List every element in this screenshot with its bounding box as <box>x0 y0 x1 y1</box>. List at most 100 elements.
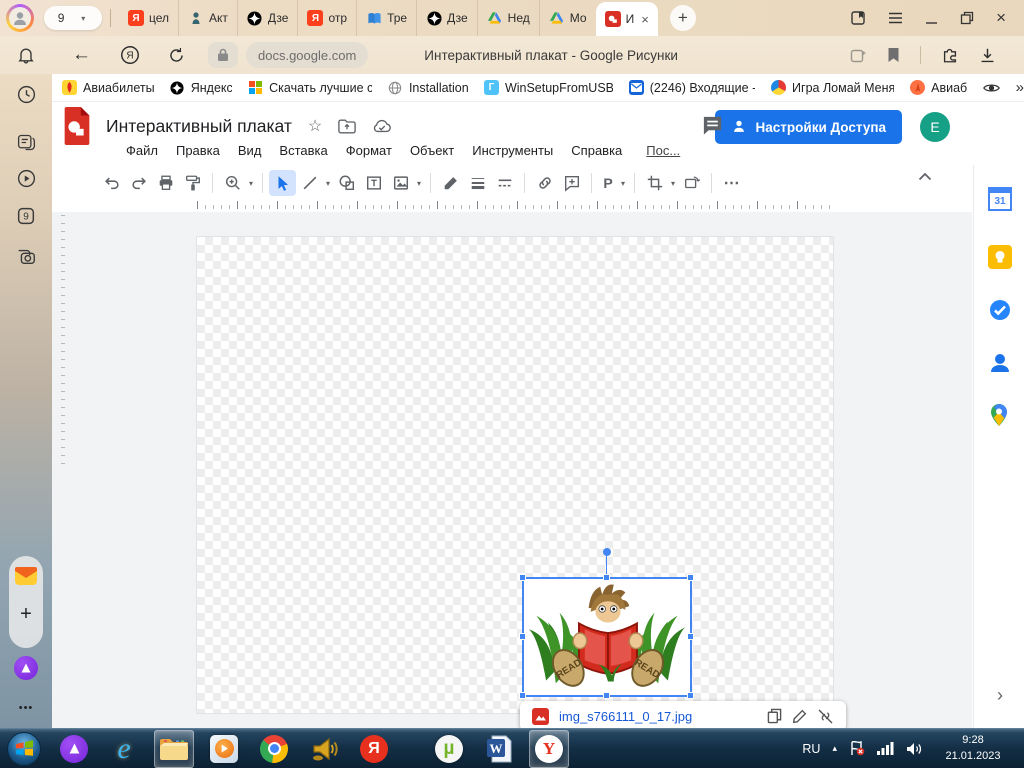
text-box-icon[interactable] <box>360 170 387 196</box>
chevron-down-icon[interactable]: ▾ <box>668 179 678 188</box>
tab-counter[interactable]: 9 ▾ <box>44 6 102 30</box>
menu-object[interactable]: Объект <box>402 140 462 161</box>
extensions-icon[interactable] <box>941 46 959 64</box>
zoom-icon[interactable] <box>219 170 246 196</box>
screenshot-camera-icon[interactable] <box>14 244 38 268</box>
document-title[interactable]: Интерактивный плакат <box>106 116 292 137</box>
browser-menu-icon[interactable] <box>888 12 903 24</box>
browser-tab-8[interactable]: Мо <box>539 0 596 36</box>
last-edit-link[interactable]: Пос... <box>632 140 688 161</box>
sidebar-more-icon[interactable]: ••• <box>14 696 38 720</box>
google-calendar-icon[interactable]: 31 <box>988 187 1012 211</box>
play-circle-icon[interactable] <box>14 166 38 190</box>
taskbar-clock[interactable]: 9:28 21.01.2023 <box>934 733 1012 764</box>
bookmarks-overflow-icon[interactable]: » <box>1016 79 1024 96</box>
comments-icon[interactable] <box>701 114 724 137</box>
google-drawings-logo[interactable] <box>62 107 92 145</box>
menu-help[interactable]: Справка <box>563 140 630 161</box>
bookmark-aviabilety[interactable]: Авиабилеты <box>62 80 154 95</box>
window-restore-icon[interactable] <box>960 11 974 25</box>
taskbar-word[interactable]: W <box>479 730 519 768</box>
language-indicator[interactable]: RU <box>802 742 820 756</box>
selection-handle-se[interactable] <box>687 692 694 699</box>
tab-close-icon[interactable]: × <box>641 12 649 27</box>
tray-expand-icon[interactable]: ▴ <box>832 743 837 754</box>
share-settings-button[interactable]: Настройки Доступа <box>715 110 902 144</box>
taskbar-media-player[interactable] <box>204 730 244 768</box>
bookmark-inbox[interactable]: (2246) Входящие - <box>629 80 755 95</box>
menu-view[interactable]: Вид <box>230 140 270 161</box>
edit-pencil-icon[interactable] <box>792 709 807 724</box>
bookmark-yandex[interactable]: Яндекс <box>170 80 232 95</box>
selection-handle-n[interactable] <box>603 574 610 581</box>
selection-handle-ne[interactable] <box>687 574 694 581</box>
replace-image-icon[interactable] <box>678 170 705 196</box>
bookmark-winsetup[interactable]: Г WinSetupFromUSB <box>484 80 613 95</box>
downloads-icon[interactable] <box>979 47 996 64</box>
browser-profile-avatar[interactable] <box>6 4 34 32</box>
bookmark-microsoft[interactable]: Скачать лучшие с <box>248 80 372 95</box>
feed-icon[interactable] <box>14 130 38 154</box>
border-dash-icon[interactable] <box>491 170 518 196</box>
add-comment-icon[interactable] <box>558 170 585 196</box>
eye-icon[interactable] <box>983 82 1000 94</box>
bookmark-avia2[interactable]: Авиаб <box>910 80 967 95</box>
browser-tab-1[interactable]: Я цел <box>119 0 178 36</box>
add-widget-icon[interactable] <box>850 47 867 64</box>
tabs-count-icon[interactable]: 9 <box>14 204 38 228</box>
google-maps-icon[interactable] <box>988 403 1012 427</box>
border-weight-icon[interactable] <box>464 170 491 196</box>
chevron-down-icon[interactable]: ▾ <box>618 179 628 188</box>
image-link-chip[interactable]: img_s766111_0_17.jpg <box>520 701 846 731</box>
browser-tab-2[interactable]: Акт <box>178 0 237 36</box>
taskbar-internet-explorer[interactable]: e <box>104 730 144 768</box>
history-clock-icon[interactable] <box>14 82 38 106</box>
selection-handle-e[interactable] <box>687 633 694 640</box>
menu-tools[interactable]: Инструменты <box>464 140 561 161</box>
taskbar-alice[interactable] <box>54 730 94 768</box>
image-options-button[interactable]: P <box>598 170 618 196</box>
panel-expand-chevron[interactable]: › <box>988 685 1012 709</box>
move-folder-icon[interactable] <box>338 119 356 134</box>
toolbar-more-icon[interactable]: ⋯ <box>718 170 745 196</box>
menu-insert[interactable]: Вставка <box>271 140 335 161</box>
select-tool-icon[interactable] <box>269 170 296 196</box>
bookmark-installation[interactable]: Installation <box>388 80 468 95</box>
shape-tool-icon[interactable] <box>333 170 360 196</box>
tab-panel-icon[interactable] <box>850 10 866 26</box>
redo-icon[interactable] <box>125 170 152 196</box>
new-tab-button[interactable]: + <box>670 5 696 31</box>
selection-handle-sw[interactable] <box>519 692 526 699</box>
chevron-down-icon[interactable]: ▾ <box>246 179 256 188</box>
taskbar-utorrent[interactable]: µ <box>429 730 469 768</box>
menu-edit[interactable]: Правка <box>168 140 228 161</box>
bookmark-game[interactable]: Игра Ломай Меня <box>771 80 894 95</box>
window-minimize-icon[interactable] <box>925 12 938 25</box>
sidebar-add-icon[interactable]: + <box>14 602 38 626</box>
taskbar-yandex-red[interactable]: Я <box>354 730 394 768</box>
taskbar-file-explorer[interactable] <box>154 730 194 768</box>
network-signal-icon[interactable] <box>877 742 894 755</box>
google-contacts-icon[interactable] <box>988 351 1012 375</box>
selection-handle-s[interactable] <box>603 692 610 699</box>
account-avatar[interactable]: E <box>920 112 950 142</box>
window-close-icon[interactable]: × <box>996 8 1006 28</box>
selection-handle-w[interactable] <box>519 633 526 640</box>
selected-image[interactable]: READ READ <box>522 577 692 697</box>
browser-tab-6[interactable]: Дзе <box>416 0 477 36</box>
cloud-status-icon[interactable] <box>372 119 392 133</box>
taskbar-yandex-browser[interactable]: Y <box>529 730 569 768</box>
site-security-lock-icon[interactable] <box>208 42 238 68</box>
browser-tab-3[interactable]: Дзе <box>237 0 298 36</box>
drawing-page[interactable] <box>197 237 833 713</box>
yandex-mail-icon[interactable] <box>14 564 38 588</box>
notifications-bell-icon[interactable] <box>14 43 38 67</box>
action-center-flag-icon[interactable] <box>849 741 865 756</box>
star-icon[interactable]: ☆ <box>308 116 322 136</box>
paint-format-icon[interactable] <box>179 170 206 196</box>
taskbar-gold-speaker[interactable] <box>304 730 344 768</box>
insert-image-icon[interactable] <box>387 170 414 196</box>
print-icon[interactable] <box>152 170 179 196</box>
border-color-pencil-icon[interactable] <box>437 170 464 196</box>
collapse-menus-icon[interactable] <box>918 172 932 181</box>
